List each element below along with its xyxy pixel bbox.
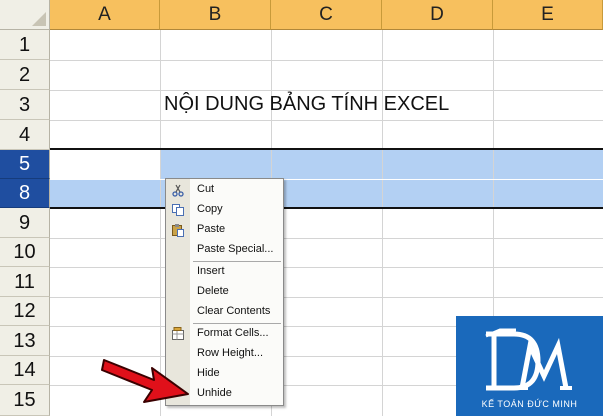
active-cell-a5[interactable] [50, 150, 160, 179]
row-header-9[interactable]: 9 [0, 208, 50, 238]
spreadsheet: A B C D E 1 2 3 4 5 8 9 10 11 12 13 14 1… [0, 0, 603, 416]
row-header-3[interactable]: 3 [0, 90, 50, 120]
menu-item-insert[interactable]: Insert [166, 262, 283, 282]
column-header-e[interactable]: E [493, 0, 603, 30]
logo-caption: KẾ TOÁN ĐỨC MINH [481, 399, 578, 409]
column-header-b[interactable]: B [160, 0, 271, 30]
row-header-10[interactable]: 10 [0, 238, 50, 267]
hidden-rows-border-bottom [50, 207, 603, 209]
logo: KẾ TOÁN ĐỨC MINH [456, 316, 603, 416]
row-header-8[interactable]: 8 [0, 179, 50, 208]
menu-label-format-cells: Format Cells... [197, 327, 269, 339]
row-header-4[interactable]: 4 [0, 120, 50, 150]
menu-label-unhide: Unhide [197, 387, 232, 399]
row-header-12[interactable]: 12 [0, 297, 50, 326]
menu-label-row-height: Row Height... [197, 347, 264, 359]
column-header-a[interactable]: A [50, 0, 160, 30]
logo-icon [485, 328, 572, 391]
menu-item-delete[interactable]: Delete [166, 282, 283, 302]
paste-icon [172, 224, 184, 237]
select-all-corner[interactable] [0, 0, 50, 30]
menu-item-paste-special[interactable]: Paste Special... [166, 240, 283, 260]
row-header-14[interactable]: 14 [0, 356, 50, 385]
menu-label-copy: Copy [197, 203, 223, 215]
hidden-rows-border-top [50, 148, 603, 150]
menu-label-clear-contents: Clear Contents [197, 305, 271, 317]
copy-icon [172, 204, 184, 216]
row-header-15[interactable]: 15 [0, 385, 50, 416]
cell-a8[interactable] [50, 179, 160, 208]
menu-item-paste[interactable]: Paste [166, 220, 283, 240]
column-header-c[interactable]: C [271, 0, 382, 30]
column-header-d[interactable]: D [382, 0, 493, 30]
row-header-13[interactable]: 13 [0, 326, 50, 356]
menu-label-hide: Hide [197, 367, 220, 379]
menu-label-cut: Cut [197, 183, 215, 195]
row-header-2[interactable]: 2 [0, 60, 50, 90]
row-header-5[interactable]: 5 [0, 150, 50, 179]
row-header-1[interactable]: 1 [0, 30, 50, 60]
cell-b3-text: NỘI DUNG BẢNG TÍNH EXCEL [164, 93, 450, 115]
menu-label-paste-special: Paste Special... [197, 243, 274, 255]
scissors-icon [172, 184, 184, 197]
menu-item-clear-contents[interactable]: Clear Contents [166, 302, 283, 322]
arrow-icon [101, 359, 189, 403]
menu-label-paste: Paste [197, 223, 226, 235]
row-header-11[interactable]: 11 [0, 267, 50, 297]
menu-item-cut[interactable]: Cut [166, 180, 283, 200]
menu-item-copy[interactable]: Copy [166, 200, 283, 220]
menu-item-format-cells[interactable]: Format Cells... [166, 324, 283, 344]
menu-label-insert: Insert [197, 265, 225, 277]
format-cells-icon [172, 327, 184, 340]
menu-label-delete: Delete [197, 285, 229, 297]
